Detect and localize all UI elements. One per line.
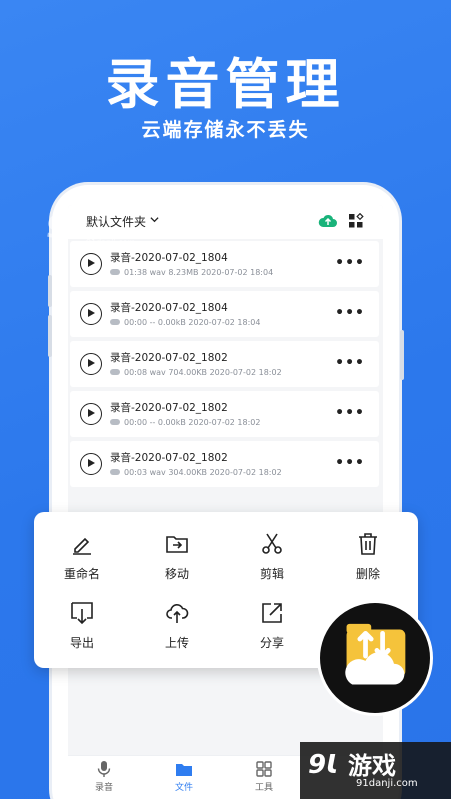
phone-power-button	[400, 330, 404, 380]
recording-meta: 00:08 wav 704.00KB 2020-07-02 18:02	[110, 368, 282, 377]
move-folder-icon	[166, 536, 188, 553]
phone-volume-button	[48, 315, 52, 357]
recording-item[interactable]: 录音-2020-07-02_1802 00:08 wav 704.00KB 20…	[70, 341, 379, 387]
tools-icon	[256, 761, 272, 777]
cloud-upload-icon[interactable]	[318, 213, 338, 229]
watermark-site: 91danji.com	[356, 778, 418, 789]
share-button[interactable]: 分享	[236, 601, 308, 651]
cloud-folder-logo	[345, 623, 406, 685]
cloud-icon	[110, 369, 120, 375]
recording-meta: 00:00 -- 0.00kB 2020-07-02 18:04	[110, 318, 260, 327]
tab-label: 录音	[94, 783, 113, 793]
cloud-icon	[110, 419, 120, 425]
more-options-icon[interactable]: •••	[335, 306, 365, 320]
recording-item[interactable]: 录音-2020-07-02_1804 00:00 -- 0.00kB 2020-…	[70, 291, 379, 337]
more-options-icon[interactable]: •••	[335, 256, 365, 270]
play-icon[interactable]	[80, 303, 102, 325]
play-icon[interactable]	[80, 403, 102, 425]
play-icon[interactable]	[80, 453, 102, 475]
more-options-icon[interactable]: •••	[335, 356, 365, 370]
watermark-site: 91danji.com	[86, 238, 136, 247]
export-icon	[71, 602, 93, 625]
tab-label: 文件	[174, 783, 193, 793]
tab-label: 工具	[254, 783, 273, 793]
folder-icon	[176, 764, 192, 776]
delete-button[interactable]: 删除	[332, 532, 404, 582]
cloud-upload-icon	[166, 604, 189, 623]
share-icon	[262, 603, 282, 623]
recording-meta: 01:38 wav 8.23MB 2020-07-02 18:04	[110, 268, 273, 277]
recording-name: 录音-2020-07-02_1804	[110, 302, 228, 314]
app-logo-badge	[317, 600, 433, 716]
rename-button[interactable]: 重命名	[46, 532, 118, 582]
watermark-brand: 游戏	[348, 752, 396, 780]
play-icon[interactable]	[80, 353, 102, 375]
trash-icon	[359, 533, 377, 555]
recording-name: 录音-2020-07-02_1802	[110, 352, 228, 364]
recording-meta: 00:00 -- 0.00kB 2020-07-02 18:02	[110, 418, 260, 427]
move-button[interactable]: 移动	[141, 532, 213, 582]
promo-subline: 云端存储永不丢失	[141, 119, 310, 141]
tab-files[interactable]: 文件	[154, 760, 214, 793]
action-label: 分享	[259, 636, 284, 650]
watermark-right: 9Ɩ 游戏 91danji.com	[300, 742, 451, 799]
recording-name: 录音-2020-07-02_1802	[110, 402, 228, 414]
recording-name: 录音-2020-07-02_1802	[110, 452, 228, 464]
action-label: 重命名	[63, 567, 100, 581]
tab-record[interactable]: 录音	[74, 760, 134, 793]
promo-headline: 录音管理	[105, 53, 346, 116]
action-label: 删除	[355, 567, 380, 581]
watermark-logo: 9Ɩ	[308, 750, 338, 780]
cloud-icon	[110, 319, 120, 325]
upload-button[interactable]: 上传	[141, 601, 213, 651]
watermark-logo: 9Ɩ	[46, 210, 80, 245]
phone-volume-button	[48, 275, 52, 307]
recording-item[interactable]: 录音-2020-07-02_1802 00:00 -- 0.00kB 2020-…	[70, 391, 379, 437]
grid-icon[interactable]	[348, 213, 364, 229]
cloud-icon	[110, 469, 120, 475]
action-label: 导出	[69, 636, 94, 650]
more-options-icon[interactable]: •••	[335, 456, 365, 470]
export-button[interactable]: 导出	[46, 601, 118, 651]
scissors-icon	[262, 533, 282, 554]
watermark-left: 9Ɩ 91danji.com	[44, 208, 154, 254]
cut-button[interactable]: 剪辑	[236, 532, 308, 582]
recording-item[interactable]: 录音-2020-07-02_1802 00:03 wav 304.00KB 20…	[70, 441, 379, 487]
microphone-icon	[97, 761, 111, 777]
play-icon[interactable]	[80, 253, 102, 275]
cloud-icon	[110, 269, 120, 275]
action-label: 剪辑	[259, 567, 284, 581]
action-label: 上传	[164, 636, 189, 650]
action-label: 移动	[164, 567, 189, 581]
more-options-icon[interactable]: •••	[335, 406, 365, 420]
tab-tools[interactable]: 工具	[234, 760, 294, 793]
pencil-icon	[73, 537, 91, 555]
recording-meta: 00:03 wav 304.00KB 2020-07-02 18:02	[110, 468, 282, 477]
